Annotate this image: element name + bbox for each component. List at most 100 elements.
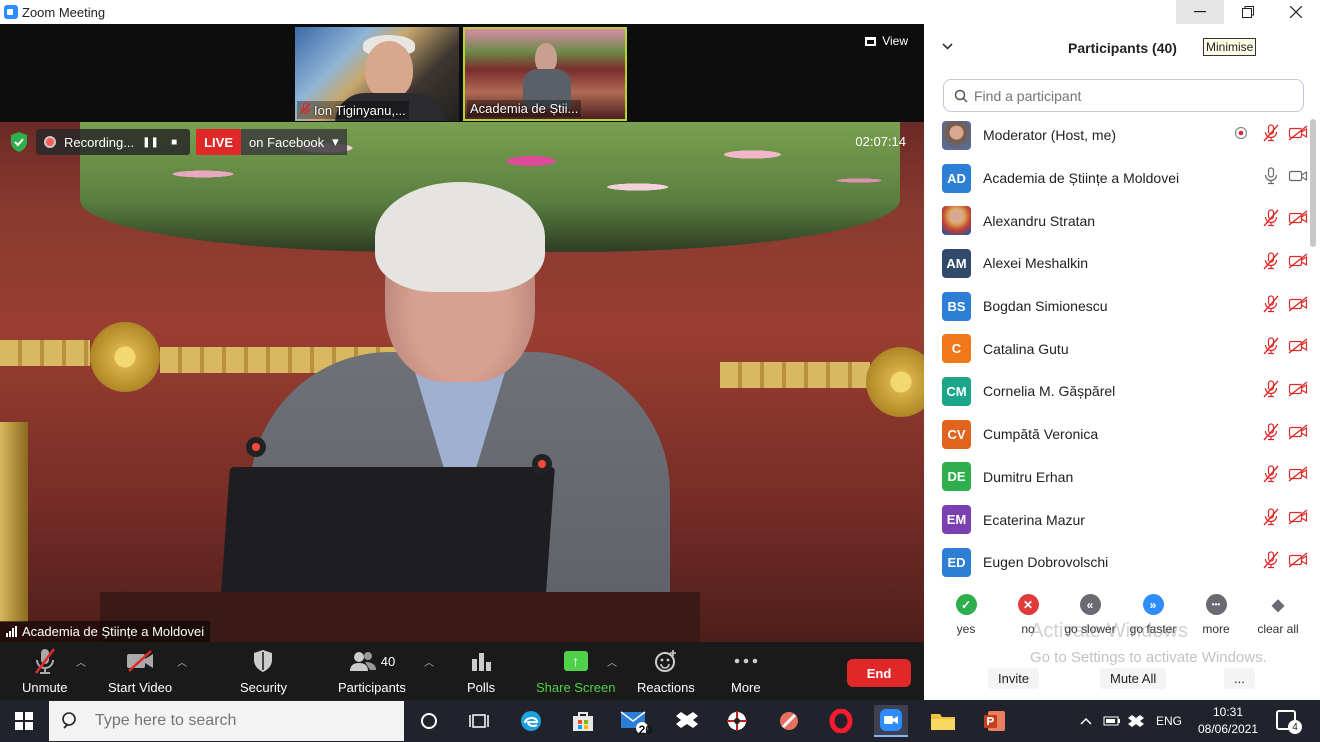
muted-mic-icon[interactable] [1263, 337, 1279, 360]
video-off-icon[interactable] [1288, 296, 1308, 317]
muted-mic-icon[interactable] [1263, 124, 1279, 147]
task-view-button[interactable] [462, 705, 496, 737]
participant-thumbnail-active[interactable]: Academia de Știi... [463, 27, 627, 121]
participants-button[interactable]: 40 Participants [338, 646, 406, 695]
muted-mic-icon[interactable] [1263, 294, 1279, 318]
dropbox-tray[interactable] [1128, 700, 1144, 742]
live-destination-dropdown[interactable]: on Facebook ▾ [241, 129, 347, 155]
security-button[interactable]: Security [240, 646, 287, 695]
video-off-icon[interactable] [1288, 210, 1308, 231]
video-off-icon[interactable] [1288, 253, 1308, 274]
thumbnail-label: Academia de Știi... [467, 100, 582, 117]
participant-row[interactable]: AM Alexei Meshalkin [924, 242, 1308, 285]
share-screen-button[interactable]: ↑ Share Screen [536, 646, 616, 695]
muted-mic-icon[interactable] [1263, 551, 1279, 574]
mute-all-button[interactable]: Mute All [1100, 668, 1167, 689]
taskbar-app-powerpoint[interactable] [978, 705, 1012, 737]
taskbar-search-input[interactable] [95, 712, 375, 730]
taskbar-app-zoom[interactable] [874, 705, 908, 737]
participant-thumbnail[interactable]: Ion Tiginyanu,... [295, 27, 459, 121]
taskbar-app-dropbox[interactable] [670, 705, 704, 737]
zoom-icon [880, 709, 902, 731]
participant-row[interactable]: CM Cornelia M. Gășpărel [924, 370, 1308, 413]
action-center-button[interactable]: 4 [1276, 710, 1302, 734]
more-label: More [731, 680, 761, 695]
video-off-icon[interactable] [1288, 466, 1308, 487]
taskbar-app-mail[interactable]: 20 [618, 705, 652, 737]
video-icon[interactable] [1288, 168, 1308, 189]
share-options-caret-icon[interactable]: ︿ [607, 654, 617, 669]
close-button[interactable] [1272, 0, 1320, 24]
show-hidden-icons[interactable] [1080, 700, 1092, 742]
feedback-go-faster-button[interactable]: » go faster [1123, 594, 1183, 636]
muted-mic-icon[interactable] [1263, 380, 1279, 403]
participant-row[interactable]: CV Cumpătă Veronica [924, 413, 1308, 456]
participant-row[interactable]: ED Eugen Dobrovolschi [924, 541, 1308, 584]
taskbar-app-edge[interactable] [514, 705, 548, 737]
participant-row[interactable]: Moderator (Host, me) [924, 114, 1308, 157]
feedback-yes-button[interactable]: ✓ yes [936, 594, 996, 636]
system-clock[interactable]: 10:31 08/06/2021 [1190, 704, 1266, 738]
participant-list-scrollbar[interactable] [1310, 119, 1316, 247]
muted-mic-icon[interactable] [1263, 508, 1279, 531]
video-off-icon[interactable] [1288, 509, 1308, 530]
feedback-go-faster-icon: » [1142, 594, 1164, 615]
participant-row[interactable]: DE Dumitru Erhan [924, 456, 1308, 499]
muted-mic-icon[interactable] [1263, 465, 1279, 488]
invite-button[interactable]: Invite [988, 668, 1040, 689]
taskbar-app-store[interactable] [566, 705, 600, 737]
video-options-caret-icon[interactable]: ︿ [177, 654, 187, 669]
input-language[interactable]: ENG [1156, 700, 1182, 742]
gold-rosette [90, 322, 160, 392]
reactions-button[interactable]: Reactions [637, 646, 695, 695]
participant-row[interactable]: AD Academia de Științe a Moldovei [924, 157, 1308, 200]
feedback-no-button[interactable]: ✕ no [998, 594, 1058, 636]
cortana-button[interactable] [412, 705, 446, 737]
taskbar-app-compass[interactable] [720, 705, 754, 737]
taskbar-app-tools[interactable] [772, 705, 806, 737]
pause-recording-icon[interactable]: ❚❚ [142, 137, 159, 148]
stop-recording-icon[interactable]: ■ [166, 137, 182, 148]
collapse-chevron-icon[interactable] [942, 38, 953, 53]
unmute-button[interactable]: Unmute [22, 646, 68, 695]
participant-row[interactable]: BS Bogdan Simionescu [924, 285, 1308, 328]
live-badge[interactable]: LIVE [196, 129, 241, 155]
video-off-icon[interactable] [1288, 381, 1308, 402]
video-off-icon[interactable] [1288, 125, 1308, 146]
video-off-icon[interactable] [1288, 424, 1308, 445]
feedback-more-button[interactable]: ••• more [1186, 594, 1246, 636]
participant-row[interactable]: C Catalina Gutu [924, 327, 1308, 370]
feedback-go-slower-button[interactable]: « go slower [1060, 594, 1120, 636]
encryption-shield-icon[interactable] [8, 131, 30, 153]
end-meeting-button[interactable]: End [847, 659, 911, 687]
start-video-button[interactable]: Start Video [108, 646, 172, 695]
more-button[interactable]: More [731, 646, 761, 695]
participant-row[interactable]: Alexandru Stratan [924, 199, 1308, 242]
feedback-clear-all-button[interactable]: ◆ clear all [1248, 594, 1308, 637]
taskbar-search[interactable] [49, 701, 404, 741]
participant-row[interactable]: EM Ecaterina Mazur [924, 498, 1308, 541]
video-off-icon[interactable] [1288, 338, 1308, 359]
video-off-icon[interactable] [1288, 552, 1308, 573]
muted-mic-icon[interactable] [1263, 252, 1279, 275]
view-button[interactable]: View [865, 34, 908, 48]
start-video-label: Start Video [108, 680, 173, 695]
restore-button[interactable] [1224, 0, 1272, 24]
battery-tray[interactable] [1103, 700, 1121, 742]
muted-mic-icon[interactable] [1263, 423, 1279, 446]
search-input[interactable] [974, 87, 1274, 104]
muted-mic-icon[interactable] [1263, 209, 1279, 232]
feedback-go-slower-icon: « [1079, 594, 1101, 615]
mic-icon[interactable] [1263, 166, 1279, 190]
participants-options-caret-icon[interactable]: ︿ [424, 654, 434, 669]
participant-search[interactable] [943, 79, 1304, 112]
more-options-button[interactable]: ... [1224, 668, 1255, 689]
audio-options-caret-icon[interactable]: ︿ [76, 654, 86, 669]
windows-logo-icon [15, 712, 33, 730]
taskbar-app-explorer[interactable] [926, 705, 960, 737]
minimize-button[interactable] [1176, 0, 1224, 24]
start-button[interactable] [0, 700, 48, 742]
participant-name: Catalina Gutu [983, 340, 1069, 357]
taskbar-app-opera[interactable] [824, 705, 858, 737]
polls-button[interactable]: Polls [467, 646, 495, 695]
